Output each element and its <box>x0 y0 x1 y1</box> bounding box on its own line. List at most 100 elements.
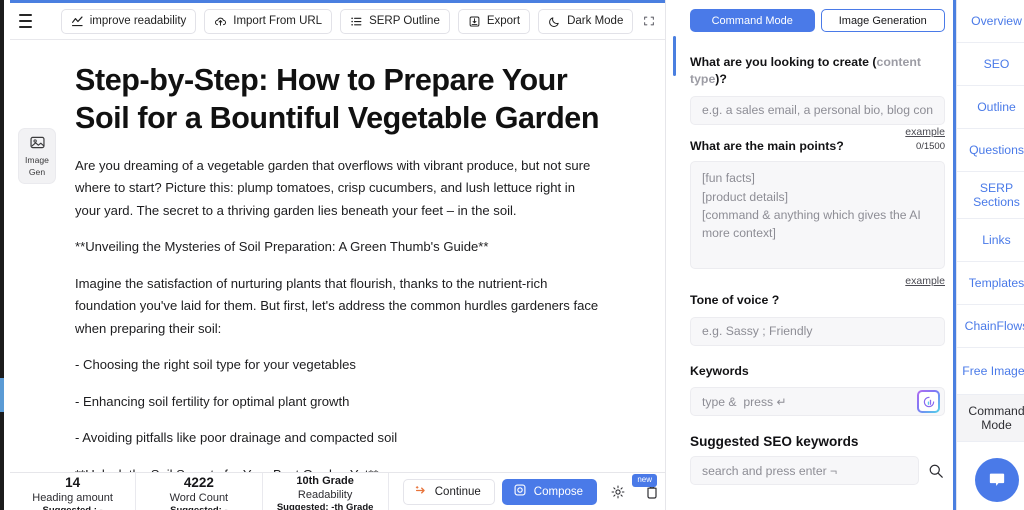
compose-icon <box>513 483 527 500</box>
tab-image-generation[interactable]: Image Generation <box>820 9 945 32</box>
sidebar-item-label: Templates <box>968 275 1024 290</box>
serp-outline-label: SERP Outline <box>369 15 440 27</box>
content-type-input[interactable] <box>690 95 945 125</box>
improve-readability-button[interactable]: improve readability <box>60 8 197 34</box>
keywords-field: Keywords <box>690 363 945 417</box>
compose-label: Compose <box>533 485 584 498</box>
main-points-label-row: What are the main points? 0/1500 <box>690 138 945 155</box>
sidebar-item-label: SEO <box>983 56 1010 71</box>
keywords-input[interactable] <box>690 387 945 417</box>
export-button[interactable]: Export <box>457 8 531 34</box>
bar-chart-icon[interactable] <box>917 390 940 414</box>
document-scroll-area[interactable]: Step-by-Step: How to Prepare Your Soil f… <box>10 40 665 472</box>
sidebar-item-questions[interactable]: Questions <box>957 129 1024 172</box>
main-points-field: What are the main points? 0/1500 example <box>690 138 945 287</box>
seo-keywords-title: Suggested SEO keywords <box>690 434 859 450</box>
continue-label: Continue <box>434 485 481 498</box>
continue-button[interactable]: Continue <box>402 478 495 505</box>
magic-arrow-icon <box>414 484 428 500</box>
stat-label: Readability <box>297 488 353 501</box>
tone-label: Tone of voice ? <box>690 293 780 308</box>
chat-bubble-icon[interactable] <box>975 458 1019 502</box>
content-type-label: What are you looking to create (content … <box>690 54 945 89</box>
stat-value: 4222 <box>183 475 214 490</box>
cloud-upload-icon <box>214 15 227 28</box>
main-points-example-link[interactable]: example <box>690 275 945 287</box>
moon-icon <box>548 15 561 28</box>
import-from-url-button[interactable]: Import From URL <box>204 8 333 34</box>
seo-keywords-field: Suggested SEO keywords <box>690 434 945 486</box>
doc-paragraph: - Avoiding pitfalls like poor drainage a… <box>75 430 398 446</box>
dark-mode-button[interactable]: Dark Mode <box>538 8 634 34</box>
tone-field: Tone of voice ? <box>690 292 945 346</box>
dark-mode-label: Dark Mode <box>567 15 624 27</box>
improve-readability-label: improve readability <box>89 15 187 27</box>
content-type-example-link[interactable]: example <box>690 126 945 138</box>
sidebar-item-chainflows[interactable]: ChainFlows <box>957 305 1024 348</box>
image-icon <box>29 134 46 154</box>
rail-scroll-indicator[interactable] <box>0 378 4 412</box>
status-bar: 14 Heading amount Suggested : - 4222 Wor… <box>10 472 665 510</box>
main-points-textarea[interactable] <box>690 161 945 270</box>
sidebar-item-label: SERP Sections <box>973 180 1020 209</box>
stat-label: Word Count <box>169 491 229 504</box>
image-gen-button[interactable]: Image Gen <box>18 128 56 184</box>
doc-paragraph: - Choosing the right soil type for your … <box>75 357 356 373</box>
editor-toolbar: improve readability Import From URL SERP… <box>10 3 665 40</box>
hamburger-icon[interactable] <box>16 8 35 34</box>
document-content[interactable]: Step-by-Step: How to Prepare Your Soil f… <box>10 40 665 472</box>
tone-input[interactable] <box>690 316 945 346</box>
keywords-label: Keywords <box>690 363 749 378</box>
sidebar-item-free-images[interactable]: Free Images <box>957 348 1024 395</box>
command-panel: Command Mode Image Generation What are y… <box>679 0 957 510</box>
panel-accent-bar <box>953 0 956 510</box>
doc-paragraph: **Unlock the Soil Secrets for Your Best … <box>75 464 603 472</box>
stat-readability: 10th Grade Readability Suggested: -th Gr… <box>263 473 389 510</box>
sidebar-item-outline[interactable]: Outline <box>957 86 1024 129</box>
sidebar-item-label: ChainFlows <box>964 318 1024 333</box>
sidebar-item-command-mode[interactable]: Command Mode <box>957 395 1024 442</box>
search-icon[interactable] <box>927 463 945 479</box>
main-points-counter: 0/1500 <box>915 140 945 152</box>
sidebar-item-label: Questions <box>969 142 1024 157</box>
doc-paragraph: **Unveiling the Mysteries of Soil Prepar… <box>75 239 489 255</box>
sidebar-item-serp-sections[interactable]: SERP Sections <box>957 172 1024 219</box>
seo-search-input[interactable] <box>690 456 919 486</box>
stat-suggested: Suggested: - <box>170 505 228 510</box>
sidebar-item-overview[interactable]: Overview <box>957 0 1024 43</box>
editor-column: improve readability Import From URL SERP… <box>10 0 665 510</box>
tab-image-generation-label: Image Generation <box>838 14 927 27</box>
serp-outline-button[interactable]: SERP Outline <box>340 8 450 34</box>
stat-value: 10th Grade <box>296 475 354 487</box>
tab-command-mode-label: Command Mode <box>711 14 793 27</box>
export-label: Export <box>486 15 521 27</box>
sidebar-item-templates[interactable]: Templates <box>957 262 1024 305</box>
new-badge: new <box>632 474 658 487</box>
compose-button[interactable]: Compose <box>501 478 598 505</box>
gear-icon[interactable] <box>604 479 631 504</box>
keywords-input-row <box>690 387 945 417</box>
sidebar-item-links[interactable]: Links <box>957 219 1024 262</box>
sidebar-item-seo[interactable]: SEO <box>957 43 1024 86</box>
content-type-field: What are you looking to create (content … <box>690 54 945 138</box>
stat-suggested: Suggested: -th Grade <box>276 502 374 510</box>
fullscreen-icon[interactable] <box>641 9 657 34</box>
app-root: improve readability Import From URL SERP… <box>0 0 1024 510</box>
content-type-label-main: What are you looking to create ( <box>690 55 877 69</box>
stat-label: Heading amount <box>32 491 113 504</box>
right-sidebar: Overview SEO Outline Questions SERP Sect… <box>957 0 1024 510</box>
doc-paragraph: Imagine the satisfaction of nurturing pl… <box>75 275 599 336</box>
page-title: Step-by-Step: How to Prepare Your Soil f… <box>75 63 600 135</box>
sidebar-item-label: Links <box>982 232 1011 247</box>
splitter-drag-handle[interactable] <box>673 36 676 76</box>
panel-splitter[interactable] <box>665 0 679 510</box>
image-gen-label-line2: Gen <box>28 166 46 177</box>
download-icon <box>468 15 481 28</box>
tab-command-mode[interactable]: Command Mode <box>690 9 815 32</box>
doc-paragraph: Are you dreaming of a vegetable garden t… <box>75 157 591 218</box>
stat-suggested: Suggested : - <box>43 505 103 510</box>
bar-chart-icon-inner <box>919 392 938 412</box>
content-type-label-tail: )? <box>715 72 727 87</box>
import-from-url-label: Import From URL <box>233 15 323 27</box>
stat-heading-amount: 14 Heading amount Suggested : - <box>10 473 137 510</box>
